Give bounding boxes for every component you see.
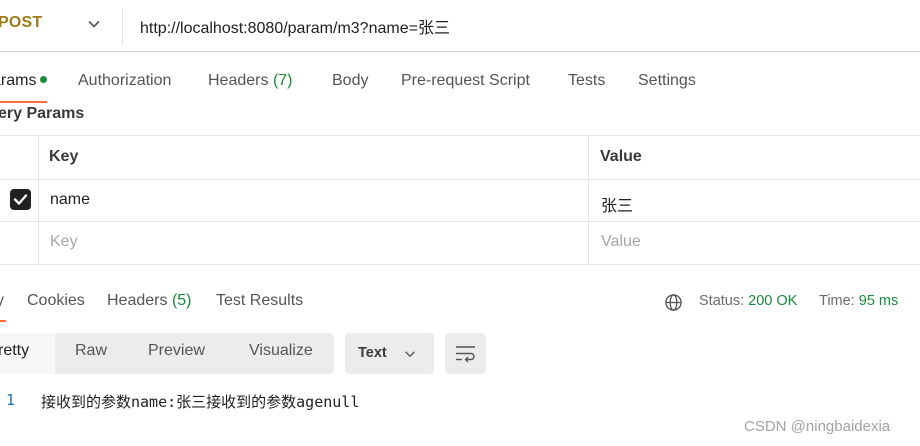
- status-value: 200 OK: [748, 293, 798, 309]
- tab-body[interactable]: Body: [332, 72, 368, 90]
- table-border-header: [0, 179, 920, 180]
- time-value: 95 ms: [858, 293, 899, 309]
- query-params-title: ery Params: [0, 105, 85, 122]
- tab-authorization[interactable]: Authorization: [78, 72, 171, 90]
- tab-settings[interactable]: Settings: [638, 72, 696, 90]
- view-mode-preview[interactable]: Preview: [148, 342, 205, 360]
- tab-tests[interactable]: Tests: [568, 72, 605, 90]
- response-tab-body[interactable]: y: [0, 292, 4, 310]
- format-dropdown-label: Text: [358, 345, 387, 361]
- chevron-down-icon: [405, 351, 415, 358]
- globe-icon[interactable]: [664, 293, 683, 312]
- response-tab-headers[interactable]: Headers (5): [107, 292, 192, 310]
- column-header-key: Key: [49, 148, 79, 165]
- param-key-cell[interactable]: name: [50, 191, 90, 209]
- response-tab-test-results[interactable]: Test Results: [216, 292, 303, 310]
- url-bar-border: [0, 51, 920, 52]
- view-mode-visualize[interactable]: Visualize: [249, 342, 313, 360]
- time-label: Time:: [819, 293, 855, 309]
- table-border-bottom: [0, 264, 920, 265]
- param-enabled-checkbox[interactable]: [10, 189, 31, 210]
- tab-params-label: arams: [0, 72, 37, 89]
- response-tab-cookies[interactable]: Cookies: [27, 292, 85, 310]
- view-mode-pretty[interactable]: retty: [0, 342, 29, 360]
- line-number: 1: [6, 391, 16, 409]
- method-selector[interactable]: POST: [0, 14, 42, 32]
- tab-params[interactable]: arams: [0, 72, 48, 90]
- table-border-row: [0, 221, 920, 222]
- response-tab-headers-label: Headers: [107, 292, 168, 309]
- response-active-tab-indicator: [0, 320, 6, 322]
- url-input[interactable]: http://localhost:8080/param/m3?name=张三: [140, 14, 450, 38]
- column-header-value: Value: [600, 148, 642, 165]
- table-divider-value: [588, 135, 589, 265]
- table-border-top: [0, 135, 920, 136]
- chevron-down-icon[interactable]: [86, 16, 102, 32]
- active-tab-indicator: [0, 101, 47, 103]
- tab-headers[interactable]: Headers (7): [208, 72, 293, 90]
- response-time[interactable]: Time: 95 ms: [819, 293, 898, 309]
- params-active-dot-icon: [40, 76, 48, 84]
- tab-pre-request-script[interactable]: Pre-request Script: [401, 72, 530, 90]
- url-divider: [122, 8, 123, 44]
- wrap-lines-button[interactable]: [445, 333, 486, 374]
- check-icon: [13, 194, 28, 205]
- view-mode-raw[interactable]: Raw: [75, 342, 107, 360]
- response-tab-headers-count: (5): [171, 292, 192, 309]
- status-label: Status:: [699, 293, 745, 309]
- param-value-cell[interactable]: 张三: [601, 192, 633, 216]
- watermark: CSDN @ningbaidexia: [744, 418, 891, 435]
- table-divider-check: [38, 135, 39, 265]
- new-value-input[interactable]: Value: [601, 233, 641, 251]
- tab-headers-label: Headers: [208, 72, 269, 89]
- new-key-input[interactable]: Key: [50, 233, 78, 251]
- response-status[interactable]: Status: 200 OK: [699, 293, 797, 309]
- response-body-text[interactable]: 接收到的参数name:张三接收到的参数agenull: [41, 391, 359, 412]
- tab-headers-count: (7): [272, 72, 293, 89]
- wrap-lines-icon: [456, 346, 475, 363]
